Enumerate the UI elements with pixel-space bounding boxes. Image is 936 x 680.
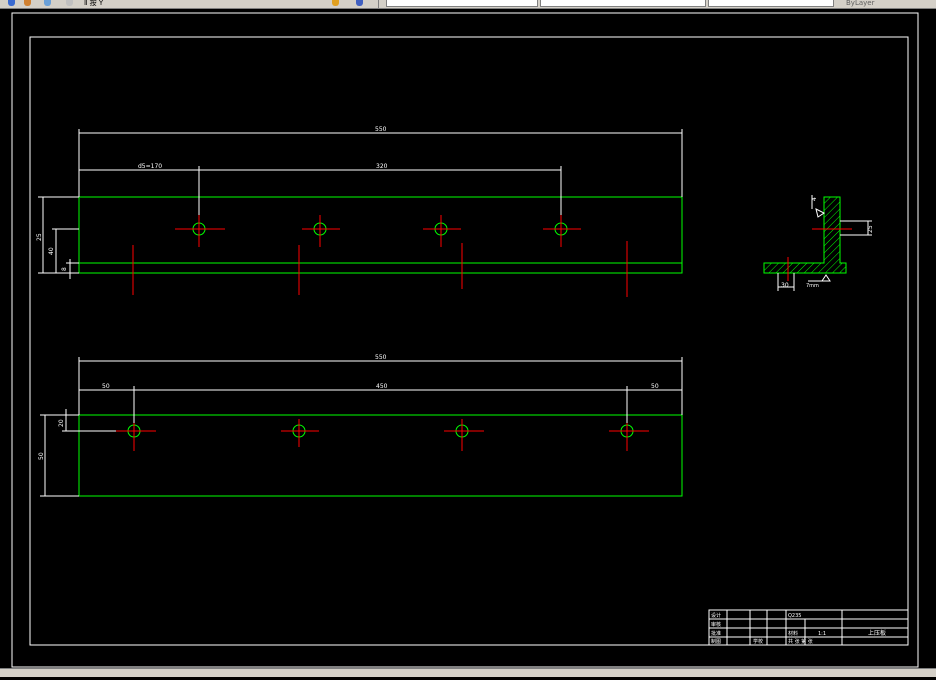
front-view: 550 50 450 50 20 50 — [38, 354, 683, 497]
title-count-label: Q235 — [788, 613, 801, 619]
tool-icon-1[interactable] — [8, 0, 15, 6]
top-hole-3 — [423, 215, 461, 247]
front-hole-3 — [444, 419, 484, 451]
top-hole-2 — [302, 215, 340, 247]
top-dim-height-2-text: 40 — [48, 247, 55, 255]
top-hole-4 — [543, 215, 581, 247]
front-view-outline — [78, 414, 683, 497]
title-design-label: 设计 — [711, 612, 721, 619]
section-view: 4 25 30 7mm — [763, 195, 874, 291]
front-dim-chain — [79, 386, 682, 423]
top-view: 550 d5=170 320 25 40 8 — [36, 126, 683, 297]
title-approve-label: 批准 — [711, 630, 721, 637]
top-view-outline — [78, 196, 683, 274]
section-dim-right: 25 — [867, 225, 874, 233]
front-dim-height-text: 50 — [38, 452, 45, 460]
top-dim-spacing-text: 320 — [376, 163, 388, 170]
section-label-bottom: 7mm — [806, 283, 819, 289]
title-part-name: 上压板 — [868, 629, 886, 637]
front-dim-middle-text: 450 — [376, 383, 388, 390]
title-sheet-label: 共 张 第 张 — [788, 638, 813, 645]
layer-icon-2[interactable] — [356, 0, 363, 6]
top-dim-offset — [79, 166, 200, 215]
top-dim-height-3-text: 8 — [61, 267, 68, 271]
plot-style-label[interactable]: ByLayer — [846, 0, 874, 7]
title-scale: 1:1 — [818, 631, 826, 637]
top-dim-overall-text: 550 — [375, 126, 387, 133]
top-dim-spacing — [199, 166, 562, 215]
title-school-label: 学校 — [753, 638, 763, 645]
front-dim-left-text: 50 — [102, 383, 110, 390]
layer-icon-1[interactable] — [332, 0, 339, 6]
tool-icon-4[interactable] — [66, 0, 73, 6]
front-dim-top-offset-text: 20 — [58, 419, 65, 427]
title-check-label: 审核 — [711, 621, 721, 628]
front-dim-right-text: 50 — [651, 383, 659, 390]
top-hole-1 — [175, 215, 225, 247]
toolbar-separator — [378, 0, 379, 8]
top-dim-heights — [38, 196, 79, 279]
tool-icon-3[interactable] — [44, 0, 51, 6]
front-dim-overall-text: 550 — [375, 354, 387, 361]
inner-frame — [29, 36, 909, 646]
top-dim-height-1-text: 25 — [36, 233, 43, 241]
cad-drawing[interactable]: 550 d5=170 320 25 40 8 4 25 30 7mm 550 5… — [0, 9, 936, 676]
linetype-combo[interactable] — [540, 0, 706, 7]
title-material-label: 材料 — [788, 630, 798, 637]
section-dim-bottom: 30 — [781, 282, 789, 289]
title-drawing-label: 制图 — [711, 638, 721, 645]
front-hole-4 — [609, 419, 649, 451]
front-hole-2 — [281, 419, 319, 447]
color-combo[interactable] — [386, 0, 538, 7]
section-label-top: 4 — [811, 197, 818, 201]
section-hatch — [763, 196, 847, 274]
lineweight-combo[interactable] — [708, 0, 834, 7]
front-hole-1 — [116, 415, 156, 451]
layer-menu[interactable]: Ⅱ 按 Y — [84, 0, 103, 7]
section-roughness-bottom — [821, 274, 831, 282]
outer-frame — [11, 12, 919, 668]
tool-icon-2[interactable] — [24, 0, 31, 6]
toolbar: Ⅱ 按 Y ByLayer — [0, 0, 936, 9]
section-roughness-top — [815, 208, 825, 218]
front-dim-heights — [40, 409, 116, 497]
drawing-canvas[interactable]: 550 d5=170 320 25 40 8 4 25 30 7mm 550 5… — [0, 9, 936, 676]
top-dim-offset-text: d5=170 — [138, 163, 162, 170]
